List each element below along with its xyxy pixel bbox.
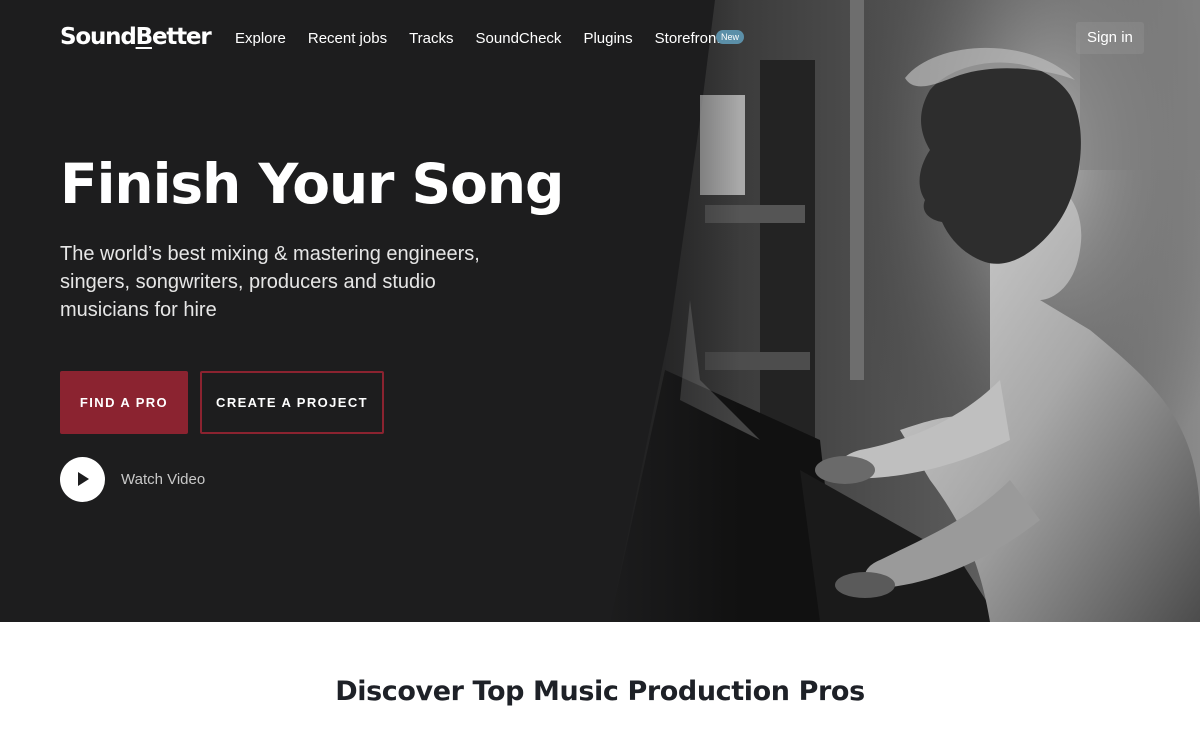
sign-in-button[interactable]: Sign in xyxy=(1076,22,1144,54)
logo-text-underlined: B xyxy=(135,24,154,50)
nav-links: Explore Recent jobs Tracks SoundCheck Pl… xyxy=(235,30,743,47)
nav-explore[interactable]: Explore xyxy=(235,30,286,47)
new-badge: New xyxy=(716,30,745,44)
logo-text-suffix: etter xyxy=(151,24,212,50)
nav-soundcheck[interactable]: SoundCheck xyxy=(476,30,562,47)
nav-tracks[interactable]: Tracks xyxy=(409,30,453,47)
hero-title: Finish Your Song xyxy=(60,152,564,216)
create-a-project-button[interactable]: CREATE A PROJECT xyxy=(200,371,384,434)
play-button[interactable] xyxy=(60,456,105,502)
top-navigation: SoundBetter Explore Recent jobs Tracks S… xyxy=(0,0,1200,80)
nav-plugins[interactable]: Plugins xyxy=(583,30,632,47)
nav-recent-jobs[interactable]: Recent jobs xyxy=(308,30,387,47)
hero-section: SoundBetter Explore Recent jobs Tracks S… xyxy=(0,0,1200,622)
find-a-pro-button[interactable]: FIND A PRO xyxy=(60,371,188,434)
hero-subtitle: The world’s best mixing & mastering engi… xyxy=(60,243,480,321)
soundbetter-logo[interactable]: SoundBetter xyxy=(60,24,212,50)
watch-video-label: Watch Video xyxy=(121,470,206,488)
logo-text-prefix: Sound xyxy=(60,24,137,50)
nav-storefront[interactable]: Storefront xyxy=(655,30,721,47)
discover-section-title: Discover Top Music Production Pros xyxy=(335,676,865,707)
play-icon xyxy=(77,472,89,486)
watch-video-link[interactable]: Watch Video xyxy=(60,456,206,502)
